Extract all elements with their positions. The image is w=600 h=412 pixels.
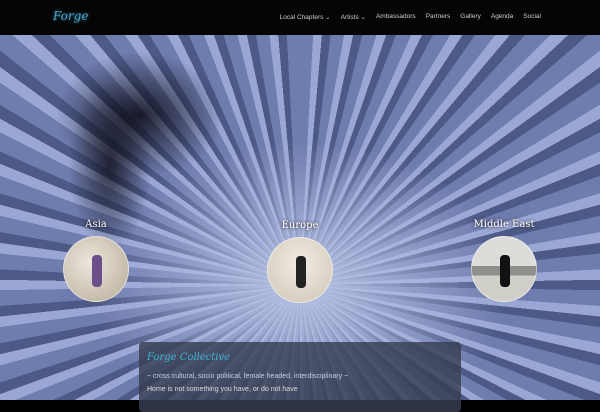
menu-partners[interactable]: Partners — [426, 13, 451, 21]
region-label: Middle East — [473, 219, 535, 230]
region-asia[interactable]: Asia — [51, 219, 141, 302]
region-middle-east[interactable]: Middle East — [459, 219, 549, 302]
region-image[interactable] — [267, 237, 333, 303]
menu-local-chapters[interactable]: Local Chapters ⌄ — [280, 13, 331, 21]
menu-ambassadors[interactable]: Ambassadors — [376, 13, 416, 21]
card-tagline: ~ cross cultural, socio political, femal… — [147, 373, 349, 380]
top-navigation: Forge Local Chapters ⌄ Artists ⌄ Ambassa… — [0, 0, 600, 35]
menu-artists[interactable]: Artists ⌄ — [341, 13, 366, 21]
site-logo[interactable]: Forge — [53, 9, 88, 23]
region-label: Asia — [85, 219, 107, 230]
region-label: Europe — [281, 220, 319, 231]
region-image[interactable] — [471, 236, 537, 302]
region-europe[interactable]: Europe — [255, 220, 345, 303]
menu-social[interactable]: Social — [523, 13, 541, 21]
menu-agenda[interactable]: Agenda — [491, 13, 513, 21]
card-title: Forge Collective — [147, 352, 231, 363]
main-menu: Local Chapters ⌄ Artists ⌄ Ambassadors P… — [280, 13, 541, 21]
intro-card: Forge Collective ~ cross cultural, socio… — [139, 342, 461, 412]
region-image[interactable] — [63, 236, 129, 302]
card-text: Home is not something you have, or do no… — [147, 386, 298, 393]
menu-gallery[interactable]: Gallery — [460, 13, 481, 21]
